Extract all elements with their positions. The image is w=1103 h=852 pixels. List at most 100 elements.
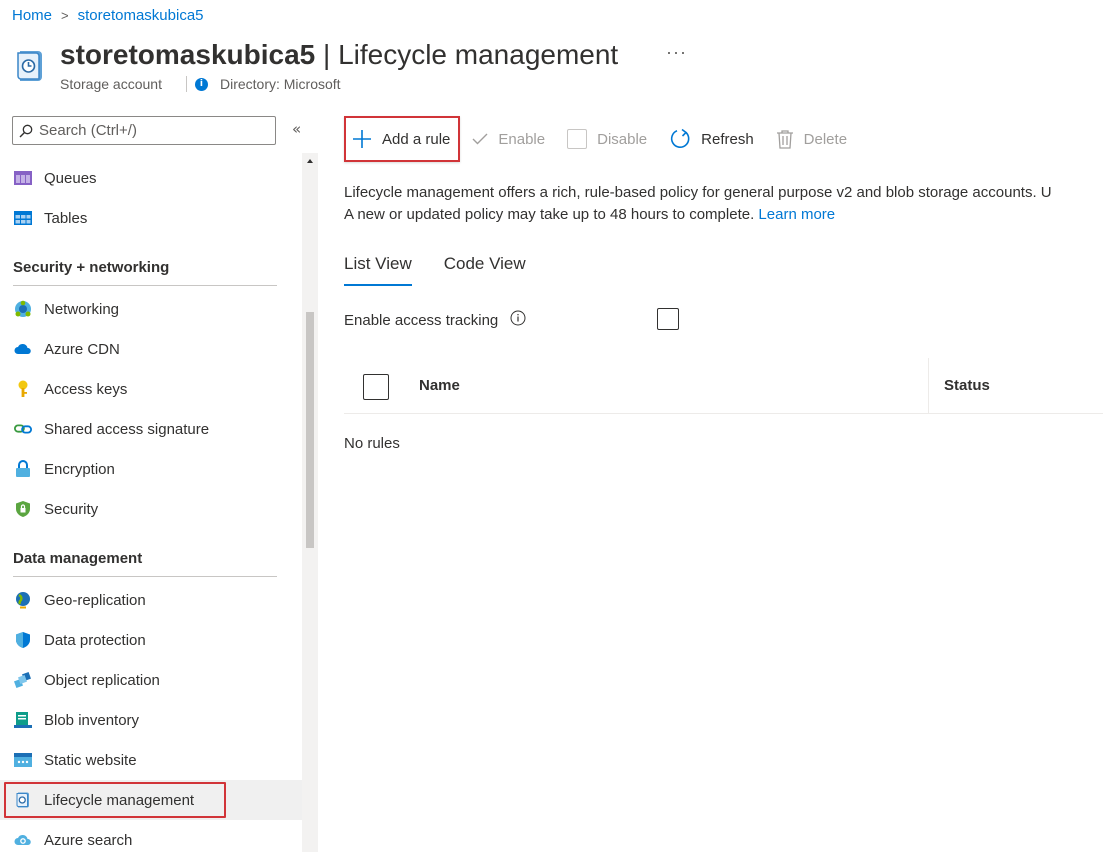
disable-label: Disable bbox=[597, 130, 648, 148]
refresh-icon bbox=[669, 128, 691, 150]
link-icon bbox=[14, 420, 32, 438]
sidebar-item-object-replication[interactable]: Object replication bbox=[0, 660, 302, 700]
sidebar-item-networking[interactable]: Networking bbox=[0, 289, 302, 329]
delete-button[interactable]: Delete bbox=[776, 117, 847, 161]
sidebar-item-security[interactable]: Security bbox=[0, 489, 302, 529]
sidebar-item-geo-replication[interactable]: Geo-replication bbox=[0, 580, 302, 620]
delete-label: Delete bbox=[803, 130, 848, 148]
info-icon: i bbox=[194, 77, 208, 91]
refresh-button[interactable]: Refresh bbox=[669, 117, 754, 161]
trash-icon bbox=[776, 129, 794, 149]
sidebar-item-label: Geo-replication bbox=[44, 591, 146, 609]
rules-table-header: Name Status bbox=[344, 358, 1103, 414]
column-header-name[interactable]: Name bbox=[419, 377, 460, 394]
sidebar-item-label: Networking bbox=[44, 300, 120, 318]
add-rule-label: Add a rule bbox=[382, 130, 451, 148]
shield-icon bbox=[14, 500, 32, 518]
sidebar-item-access-keys[interactable]: Access keys bbox=[0, 369, 302, 409]
search-placeholder: Search (Ctrl+/) bbox=[39, 122, 137, 139]
resource-type: Storage account bbox=[60, 76, 162, 92]
empty-state-text: No rules bbox=[344, 435, 400, 452]
selection-highlight bbox=[4, 782, 226, 818]
section-data-management: Data management bbox=[13, 550, 277, 577]
sidebar-item-label: Queues bbox=[44, 169, 97, 187]
sidebar-item-label: Azure search bbox=[44, 831, 133, 849]
sidebar-item-queues[interactable]: Queues bbox=[0, 158, 302, 198]
sidebar-item-label: Static website bbox=[44, 751, 137, 769]
sidebar-item-label: Security bbox=[44, 500, 99, 518]
column-divider[interactable] bbox=[928, 358, 929, 414]
page-title: storetomaskubica5 | Lifecycle management bbox=[60, 38, 618, 72]
sidebar-item-shared-access-signature[interactable]: Shared access signature bbox=[0, 409, 302, 449]
info-icon[interactable] bbox=[510, 310, 526, 330]
title-separator: | bbox=[315, 39, 339, 70]
checkbox-icon bbox=[567, 129, 588, 149]
sidebar-item-label: Tables bbox=[44, 209, 88, 227]
disable-button[interactable]: Disable bbox=[567, 117, 647, 161]
cubes-icon bbox=[14, 671, 32, 689]
lock-icon bbox=[14, 460, 32, 478]
checkmark-icon bbox=[472, 132, 488, 146]
description-line-2: A new or updated policy may take up to 4… bbox=[344, 206, 836, 223]
lifecycle-icon bbox=[14, 48, 46, 84]
sidebar-item-azure-search[interactable]: Azure search bbox=[0, 820, 302, 852]
breadcrumb-home[interactable]: Home bbox=[12, 7, 52, 24]
key-icon bbox=[14, 380, 32, 398]
description-text: Lifecycle management offers a rich, rule… bbox=[344, 182, 1103, 226]
collapse-menu-icon[interactable]: « bbox=[292, 120, 301, 138]
sidebar-item-label: Object replication bbox=[44, 671, 160, 689]
more-options-icon[interactable]: ··· bbox=[666, 42, 687, 63]
inventory-icon bbox=[14, 711, 32, 729]
sidebar-item-label: Azure CDN bbox=[44, 340, 120, 358]
add-rule-button[interactable]: Add a rule bbox=[344, 116, 461, 162]
description-line-1: Lifecycle management offers a rich, rule… bbox=[344, 184, 1052, 201]
subtitle-divider bbox=[185, 76, 187, 92]
cloud-icon bbox=[14, 340, 32, 358]
plus-icon bbox=[352, 129, 372, 149]
resource-menu: Search (Ctrl+/) « Queues Tables Security… bbox=[0, 108, 320, 852]
sidebar-item-lifecycle-management[interactable]: Lifecycle management bbox=[0, 780, 302, 820]
refresh-label: Refresh bbox=[701, 130, 754, 148]
column-header-status[interactable]: Status bbox=[944, 377, 990, 394]
chevron-right-icon: > bbox=[61, 7, 69, 23]
page-subtitle: Storage account i Directory: Microsoft bbox=[60, 76, 341, 92]
breadcrumb-current[interactable]: storetomaskubica5 bbox=[78, 7, 204, 24]
select-all-checkbox[interactable] bbox=[363, 374, 389, 400]
sidebar-item-static-website[interactable]: Static website bbox=[0, 740, 302, 780]
access-tracking-label: Enable access tracking bbox=[344, 311, 499, 329]
shield-check-icon bbox=[14, 631, 32, 649]
search-cloud-icon bbox=[14, 831, 32, 849]
access-tracking-checkbox[interactable] bbox=[657, 308, 679, 330]
sidebar-item-encryption[interactable]: Encryption bbox=[0, 449, 302, 489]
sidebar-item-blob-inventory[interactable]: Blob inventory bbox=[0, 700, 302, 740]
sidebar-item-data-protection[interactable]: Data protection bbox=[0, 620, 302, 660]
sidebar-item-azure-cdn[interactable]: Azure CDN bbox=[0, 329, 302, 369]
menu-scrollbar[interactable] bbox=[302, 153, 318, 852]
resource-name: storetomaskubica5 bbox=[60, 39, 316, 70]
learn-more-link[interactable]: Learn more bbox=[758, 206, 835, 223]
queues-icon bbox=[14, 169, 32, 187]
sidebar-item-label: Encryption bbox=[44, 460, 115, 478]
enable-label: Enable bbox=[498, 130, 546, 148]
menu-search-input[interactable]: Search (Ctrl+/) bbox=[12, 116, 276, 145]
directory-label: Directory: Microsoft bbox=[219, 76, 341, 92]
view-tabs: List View Code View bbox=[344, 252, 558, 286]
section-security-networking: Security + networking bbox=[13, 259, 277, 286]
tab-list-view[interactable]: List View bbox=[344, 252, 412, 286]
networking-icon bbox=[14, 300, 32, 318]
search-icon bbox=[19, 124, 33, 137]
globe-icon bbox=[14, 591, 32, 609]
tab-code-view[interactable]: Code View bbox=[444, 252, 526, 286]
tables-icon bbox=[14, 209, 32, 227]
command-bar: Add a rule Enable Disable Refresh Delete bbox=[344, 116, 869, 162]
blade-name: Lifecycle management bbox=[338, 39, 619, 70]
breadcrumb: Home > storetomaskubica5 bbox=[12, 4, 204, 26]
sidebar-item-label: Data protection bbox=[44, 631, 146, 649]
scroll-thumb[interactable] bbox=[306, 312, 314, 548]
access-tracking-row: Enable access tracking bbox=[344, 310, 526, 330]
sidebar-item-tables[interactable]: Tables bbox=[0, 198, 302, 238]
page-header: storetomaskubica5 | Lifecycle management… bbox=[12, 38, 1102, 96]
enable-button[interactable]: Enable bbox=[472, 117, 545, 161]
website-icon bbox=[14, 751, 32, 769]
scroll-up-icon[interactable] bbox=[307, 159, 313, 163]
